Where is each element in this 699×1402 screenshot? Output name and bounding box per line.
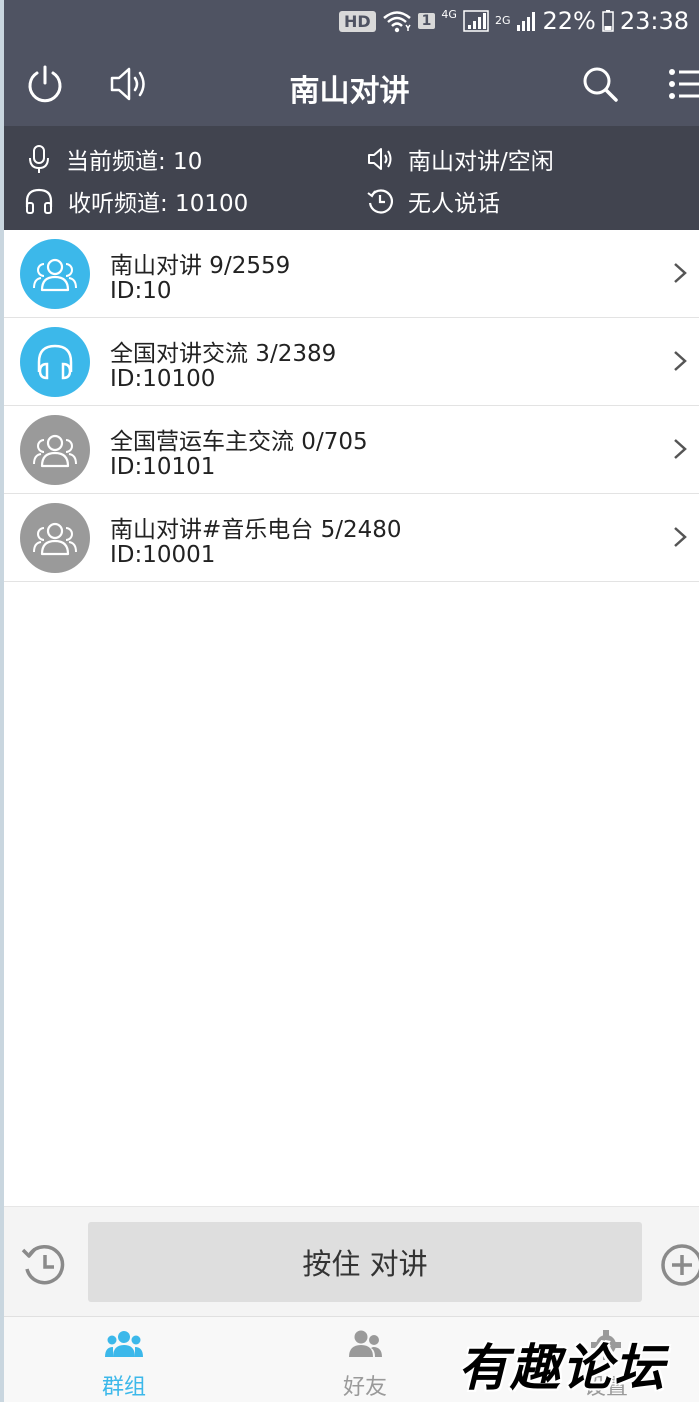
ptt-bar: 按住 对讲	[0, 1206, 699, 1316]
clock: 23:38	[619, 7, 689, 35]
network-4g-label: 4G	[441, 8, 457, 21]
signal-icon-2g	[516, 10, 536, 32]
status-bar: HD 1 4G 2G 22% 23:38	[0, 0, 699, 42]
listen-channel-info: 收听频道: 10100	[24, 184, 248, 218]
list-menu-icon	[668, 69, 699, 99]
headphones-icon-small	[25, 188, 53, 214]
channel-list: 南山对讲 9/2559 ID:10 全国对讲交流 3/2389 ID:10100	[0, 230, 699, 582]
add-button[interactable]	[658, 1241, 699, 1293]
battery-percent: 22%	[542, 7, 596, 35]
speaker-status-info: 无人说话	[366, 184, 500, 218]
chevron-right-icon	[674, 263, 687, 283]
current-channel-text: 当前频道: 10	[66, 149, 203, 175]
channel-id: ID:10100	[110, 366, 216, 392]
headphones-icon	[37, 344, 73, 380]
channel-status-info: 南山对讲/空闲	[366, 142, 554, 176]
chevron-right-icon	[674, 527, 687, 547]
listen-channel-text: 收听频道: 10100	[68, 191, 249, 217]
channel-row[interactable]: 南山对讲#音乐电台 5/2480 ID:10001	[0, 494, 699, 582]
push-to-talk-button[interactable]: 按住 对讲	[88, 1222, 642, 1302]
history-icon	[21, 1244, 65, 1285]
channel-row[interactable]: 南山对讲 9/2559 ID:10	[0, 230, 699, 318]
speaker-icon-small	[368, 148, 392, 170]
add-circle-icon	[661, 1244, 699, 1286]
sim-badge: 1	[417, 13, 436, 29]
channel-row[interactable]: 全国营运车主交流 0/705 ID:10101	[0, 406, 699, 494]
app-screen: HD 1 4G 2G 22% 23:38 南山对讲 当前频道: 10 南山对讲/…	[0, 0, 699, 1402]
channel-id: ID:10	[110, 278, 172, 304]
group-icon	[33, 522, 77, 556]
group-icon	[33, 434, 77, 468]
search-icon	[583, 67, 618, 102]
speaker-status-text: 无人说话	[408, 191, 500, 217]
current-channel-info: 当前频道: 10	[26, 142, 202, 176]
search-button[interactable]	[578, 62, 622, 106]
nav-friends-label: 好友	[342, 1375, 387, 1400]
group-icon	[33, 258, 77, 292]
channel-id: ID:10001	[110, 542, 216, 568]
signal-icon-4g	[463, 9, 489, 33]
channel-info-panel: 当前频道: 10 南山对讲/空闲 收听频道: 10100 无人说话	[0, 126, 699, 230]
history-button[interactable]	[20, 1241, 68, 1293]
channel-name: 南山对讲#音乐电台 5/2480	[110, 517, 402, 543]
channel-id: ID:10101	[110, 454, 216, 480]
friends-nav-icon	[349, 1330, 382, 1357]
watermark: 有趣论坛	[458, 1338, 666, 1397]
wifi-icon	[382, 9, 412, 33]
menu-button[interactable]	[660, 62, 699, 106]
channel-name: 全国对讲交流 3/2389	[110, 341, 337, 367]
group-avatar	[20, 239, 90, 309]
nav-groups[interactable]: 群组	[64, 1317, 184, 1402]
group-avatar	[20, 415, 90, 485]
channel-status-text: 南山对讲/空闲	[408, 149, 554, 175]
battery-icon	[602, 10, 614, 32]
channel-name: 全国营运车主交流 0/705	[110, 429, 368, 455]
hd-badge: HD	[339, 10, 376, 32]
group-avatar	[20, 503, 90, 573]
channel-name: 南山对讲 9/2559	[110, 253, 291, 279]
headphones-avatar	[20, 327, 90, 397]
network-2g-label: 2G	[494, 14, 511, 27]
microphone-icon	[29, 145, 49, 173]
chevron-right-icon	[674, 351, 687, 371]
nav-groups-label: 群组	[101, 1375, 146, 1400]
app-header: 南山对讲	[0, 42, 699, 126]
history-icon-small	[367, 189, 393, 214]
left-edge	[0, 0, 4, 1402]
nav-friends[interactable]: 好友	[305, 1317, 425, 1402]
chevron-right-icon	[674, 439, 687, 459]
group-nav-icon	[105, 1331, 143, 1357]
channel-row[interactable]: 全国对讲交流 3/2389 ID:10100	[0, 318, 699, 406]
